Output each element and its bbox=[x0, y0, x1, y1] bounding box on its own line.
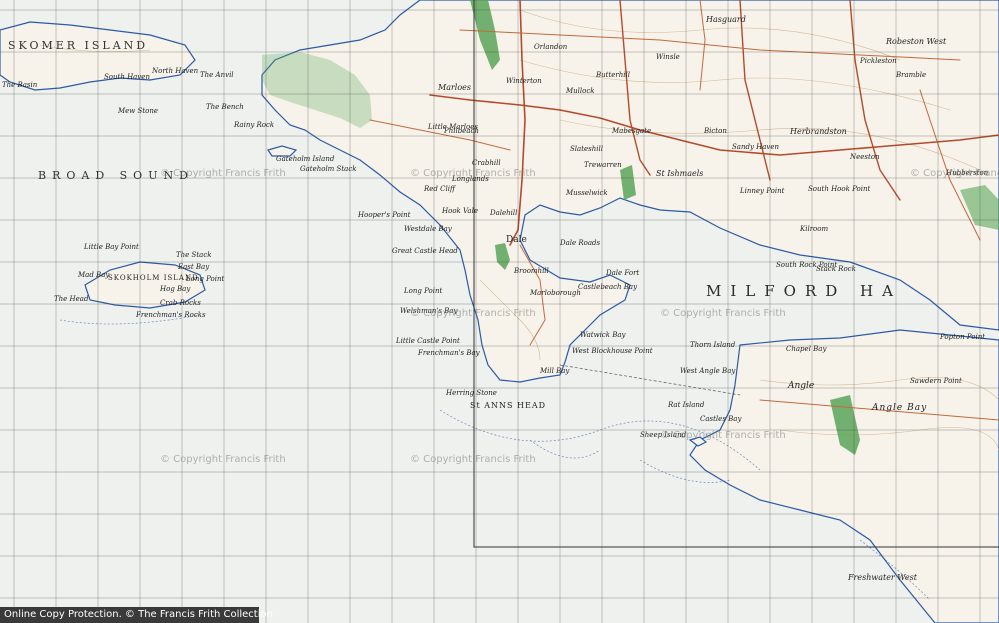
label-hog-bay: Hog Bay bbox=[160, 285, 191, 293]
label-butterhill: Butterhill bbox=[596, 71, 630, 79]
label-red-cliff: Red Cliff bbox=[424, 185, 455, 193]
label-mew-stone: Mew Stone bbox=[118, 107, 159, 115]
label-west-angle-bay: West Angle Bay bbox=[680, 367, 736, 375]
historical-map: SKOMER ISLAND BROAD SOUND MILFORD HA St … bbox=[0, 0, 999, 623]
label-south-hook-point: South Hook Point bbox=[808, 185, 871, 193]
label-st-anns-head: St ANNS HEAD bbox=[470, 401, 547, 410]
label-castlebeach-bay: Castlebeach Bay bbox=[578, 283, 638, 291]
watermark: © Copyright Francis Frith bbox=[160, 454, 286, 465]
label-st-ishmaels: St Ishmaels bbox=[656, 169, 704, 178]
label-mullock: Mullock bbox=[566, 87, 595, 95]
label-broomhill: Broomhill bbox=[514, 267, 549, 275]
label-mad-bay: Mad Bay bbox=[78, 271, 110, 279]
label-winsle: Winsle bbox=[656, 53, 680, 61]
label-herring-stone: Herring Stone bbox=[446, 389, 497, 397]
label-marloes: Marloes bbox=[438, 83, 471, 92]
label-westdale-bay: Westdale Bay bbox=[404, 225, 452, 233]
angle-peninsula bbox=[689, 329, 999, 623]
label-orlandon: Orlandon bbox=[534, 43, 568, 51]
label-slateshill: Slateshill bbox=[570, 145, 603, 153]
label-chapel-bay: Chapel Bay bbox=[786, 345, 827, 353]
label-frenchmans-rocks: Frenchman's Rocks bbox=[136, 311, 206, 319]
label-mabesgate: Mabesgate bbox=[612, 127, 652, 135]
label-the-head: The Head bbox=[54, 295, 89, 303]
label-west-blockhouse-point: West Blockhouse Point bbox=[572, 347, 653, 355]
label-frenchmans-bay: Frenchman's Bay bbox=[418, 349, 480, 357]
label-kilroom: Kilroom bbox=[800, 225, 829, 233]
label-gateholm-island: Gateholm Island bbox=[276, 155, 335, 163]
label-hasguard: Hasguard bbox=[706, 15, 746, 24]
label-east-bay: East Bay bbox=[178, 263, 210, 271]
label-the-anvil: The Anvil bbox=[200, 71, 234, 79]
label-hook-vale: Hook Vale bbox=[442, 207, 478, 215]
label-dale: Dale bbox=[506, 235, 527, 245]
label-rainy-rock: Rainy Rock bbox=[234, 121, 275, 129]
label-south-haven: South Haven bbox=[104, 73, 150, 81]
label-little-castle-point: Little Castle Point bbox=[396, 337, 460, 345]
label-thorn-island: Thorn Island bbox=[690, 341, 736, 349]
label-herbrandston: Herbrandston bbox=[790, 127, 847, 136]
watermark: © Copyright Francis Frith bbox=[410, 168, 536, 179]
label-the-stack: The Stack bbox=[176, 251, 212, 259]
label-skomer-island: SKOMER ISLAND bbox=[8, 39, 149, 52]
label-neeston: Neeston bbox=[850, 153, 880, 161]
label-trewarren: Trewarren bbox=[584, 161, 622, 169]
label-milford-haven: MILFORD HA bbox=[706, 282, 902, 300]
label-long-point: Long Point bbox=[404, 287, 443, 295]
label-angle-bay: Angle Bay bbox=[872, 403, 928, 413]
label-crab-rocks: Crab Rocks bbox=[160, 299, 201, 307]
watermark: © Copyright Francis Frith bbox=[660, 308, 786, 319]
watermark: © Copyright Francis Frith bbox=[910, 168, 999, 179]
label-sandy-haven: Sandy Haven bbox=[732, 143, 780, 151]
label-dale-fort: Dale Fort bbox=[606, 269, 640, 277]
label-south-rock-point: South Rock Point bbox=[776, 261, 838, 269]
label-crabhill: Crabhill bbox=[472, 159, 501, 167]
label-freshwater-west: Freshwater West bbox=[848, 573, 917, 582]
label-the-basin: The Basin bbox=[2, 81, 38, 89]
watermark: © Copyright Francis Frith bbox=[160, 168, 286, 179]
label-popton-point: Popton Point bbox=[940, 333, 986, 341]
label-long-point-skokholm: Long Point bbox=[186, 275, 225, 283]
label-hoopers-point: Hooper's Point bbox=[358, 211, 411, 219]
label-marloborough: Marloborough bbox=[530, 289, 581, 297]
label-bicton: Bicton bbox=[704, 127, 727, 135]
label-philbeach: Philbeach bbox=[444, 127, 479, 135]
label-rat-island: Rat Island bbox=[668, 401, 705, 409]
label-musselwick: Musselwick bbox=[566, 189, 608, 197]
copyright-footer: Online Copy Protection. © The Francis Fr… bbox=[0, 607, 273, 623]
watermark: © Copyright Francis Frith bbox=[410, 308, 536, 319]
label-angle: Angle bbox=[788, 381, 815, 391]
label-great-castle-head: Great Castle Head bbox=[392, 247, 458, 255]
label-dale-roads: Dale Roads bbox=[560, 239, 601, 247]
label-gateholm-stack: Gateholm Stack bbox=[300, 165, 357, 173]
label-north-haven: North Haven bbox=[152, 67, 199, 75]
label-the-bench: The Bench bbox=[206, 103, 244, 111]
watermark: © Copyright Francis Frith bbox=[410, 454, 536, 465]
label-linney-point: Linney Point bbox=[740, 187, 785, 195]
label-castles-bay: Castles Bay bbox=[700, 415, 742, 423]
label-pickleston: Pickleston bbox=[860, 57, 897, 65]
label-robeston-west: Robeston West bbox=[886, 37, 947, 46]
label-watwick-bay: Watwick Bay bbox=[580, 331, 626, 339]
skomer-island bbox=[0, 21, 196, 91]
label-dalehill: Dalehill bbox=[490, 209, 518, 217]
label-winterton: Winterton bbox=[506, 77, 542, 85]
label-bramble: Bramble bbox=[896, 71, 927, 79]
label-mill-bay: Mill Bay bbox=[540, 367, 570, 375]
label-sawdern-point: Sawdern Point bbox=[910, 377, 962, 385]
watermark: © Copyright Francis Frith bbox=[660, 430, 786, 441]
label-little-bay-point: Little Bay Point bbox=[84, 243, 139, 251]
